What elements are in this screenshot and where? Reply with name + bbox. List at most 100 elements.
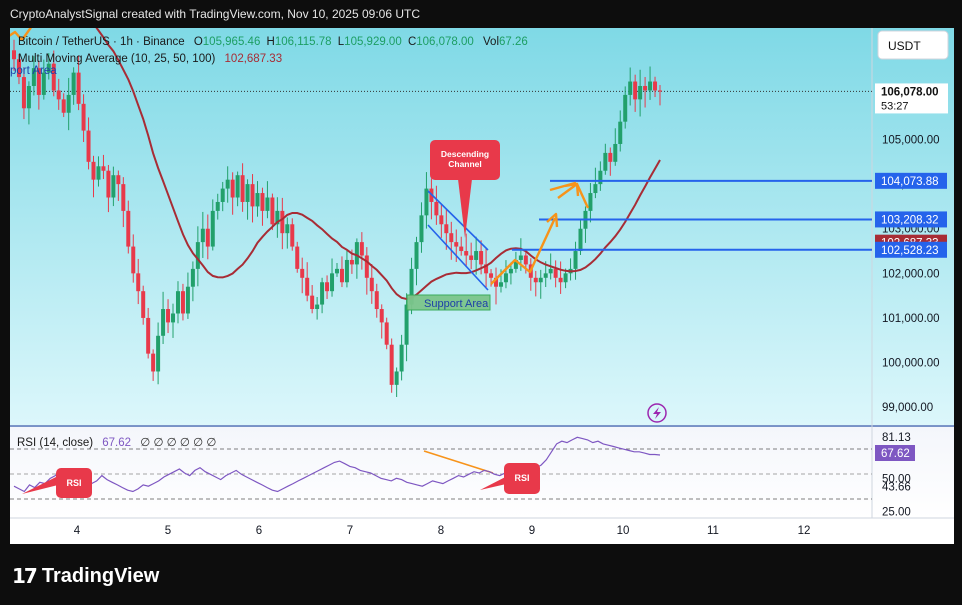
candle-body — [320, 282, 325, 305]
candle-body — [369, 277, 374, 292]
candle-body — [628, 81, 633, 95]
rsi-tick-label: 81.13 — [882, 432, 911, 444]
candle-body — [573, 251, 578, 269]
svg-text:104,073.88: 104,073.88 — [881, 176, 939, 188]
chart-frame[interactable]: Support Area Descending Channel RSI RSI … — [10, 28, 954, 544]
candle-body — [538, 277, 543, 283]
candle-body — [56, 90, 61, 100]
candle-body — [166, 309, 171, 323]
candle-body — [171, 313, 176, 323]
candle-body — [245, 184, 250, 202]
candle-body — [146, 317, 151, 354]
chart-caption: CryptoAnalystSignal created with Trading… — [10, 7, 420, 21]
candle-body — [449, 233, 454, 243]
rsi-legend: RSI (14, close) 67.62 ∅ ∅ ∅ ∅ ∅ ∅ — [17, 437, 216, 449]
candle-body — [479, 251, 484, 265]
price-tick-label: 102,000.00 — [882, 268, 940, 280]
price-tick-label: 99,000.00 — [882, 402, 933, 414]
candle-body — [126, 210, 131, 247]
candle-body — [354, 242, 359, 265]
svg-text:RSI: RSI — [66, 478, 81, 488]
candle-body — [424, 188, 429, 216]
candle-body — [359, 242, 364, 256]
ma-legend-value: 102,687.33 — [225, 53, 283, 65]
candle-body — [533, 277, 538, 283]
candle-body — [295, 246, 300, 269]
price-chart-svg[interactable]: Support Area Descending Channel RSI RSI … — [10, 28, 954, 544]
candle-body — [558, 277, 563, 283]
candle-body — [71, 72, 76, 95]
candle-body — [349, 259, 354, 265]
candle-body — [250, 184, 255, 207]
candle-body — [81, 103, 86, 131]
candle-body — [141, 291, 146, 318]
candle-body — [523, 255, 528, 265]
candle-body — [156, 335, 161, 372]
candle-body — [285, 224, 290, 234]
candle-body — [265, 197, 270, 211]
candle-body — [598, 170, 603, 185]
symbol-name: Bitcoin / TetherUS · 1h · Binance — [18, 36, 185, 48]
candle-body — [444, 224, 449, 234]
candle-body — [106, 170, 111, 198]
candle-body — [86, 130, 91, 162]
candle-body — [230, 179, 235, 198]
candle-body — [161, 309, 166, 336]
candle-body — [489, 273, 494, 278]
time-tick-label: 6 — [256, 525, 262, 537]
level1-price-tag: 104,073.88 — [875, 172, 947, 189]
candle-body — [215, 201, 220, 211]
rsi-value-tag: 67.62 — [875, 445, 915, 461]
candle-body — [195, 242, 200, 269]
candle-body — [543, 273, 548, 278]
candle-body — [305, 277, 310, 296]
candle-body — [116, 175, 121, 185]
candle-body — [633, 81, 638, 100]
level3-price-tag: 102,528.23 — [875, 241, 947, 258]
time-axis-ticks: 4 5 6 7 8 9 10 11 12 — [74, 525, 811, 537]
candle-body — [399, 344, 404, 372]
candle-body — [335, 268, 339, 274]
candle-body — [300, 268, 305, 278]
candle-body — [315, 304, 320, 310]
candle-body — [96, 166, 101, 180]
candle-body — [330, 273, 335, 292]
candle-body — [414, 242, 419, 269]
candle-body — [205, 228, 210, 247]
candle-body — [12, 50, 16, 60]
candle-body — [439, 215, 444, 225]
candle-body — [563, 273, 568, 283]
candle-body — [310, 295, 315, 310]
tradingview-logo[interactable]: 17 TradingView — [12, 563, 159, 589]
candle-body — [593, 184, 598, 194]
candle-body — [61, 99, 66, 113]
svg-text:53:27: 53:27 — [881, 100, 909, 112]
candle-body — [638, 85, 643, 100]
candle-body — [588, 193, 593, 211]
time-tick-label: 10 — [617, 525, 630, 537]
candle-body — [240, 175, 245, 202]
candle-body — [384, 322, 389, 345]
candle-body — [91, 161, 96, 180]
candle-body — [474, 251, 479, 260]
candle-body — [175, 291, 180, 314]
candle-body — [200, 228, 205, 243]
candle-body — [26, 85, 31, 109]
price-tick-label: 100,000.00 — [882, 358, 940, 370]
candle-body — [469, 255, 474, 260]
candle-body — [643, 85, 648, 91]
candle-body — [121, 184, 126, 211]
svg-text:106,078.00: 106,078.00 — [881, 86, 939, 98]
candle-body — [498, 282, 503, 287]
candle-body — [623, 94, 628, 122]
svg-text:67.62: 67.62 — [881, 448, 910, 460]
support-area-legend-fragment: port Area — [10, 65, 57, 77]
candle-body — [518, 255, 523, 260]
candle-body — [454, 242, 459, 247]
ma-legend-label: Multi Moving Average (10, 25, 50, 100) — [18, 53, 215, 65]
candle-body — [136, 273, 141, 292]
support-area-label: Support Area — [424, 298, 489, 310]
currency-button[interactable]: USDT — [877, 30, 949, 60]
svg-text:RSI (14, close) 67.62: RSI (14, close) 67.62 ∅ ∅ ∅ ∅ ∅ ∅ — [17, 437, 216, 449]
candle-body — [503, 273, 508, 283]
